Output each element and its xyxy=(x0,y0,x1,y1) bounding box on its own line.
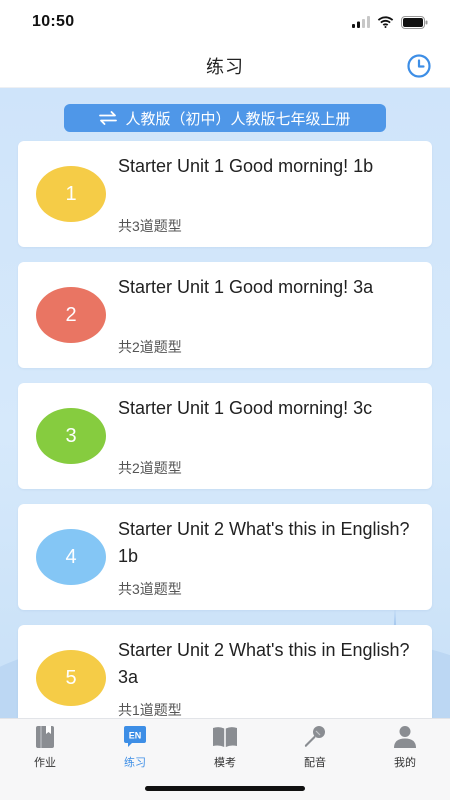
exercise-question-count: 共2道题型 xyxy=(118,339,182,355)
exercise-title: Starter Unit 2 What's this in English? 3… xyxy=(118,640,410,687)
exercise-number-badge: 4 xyxy=(36,529,106,585)
exercise-title: Starter Unit 1 Good morning! 3c xyxy=(118,398,373,418)
status-bar: 10:50 xyxy=(0,0,450,44)
status-time: 10:50 xyxy=(32,13,75,30)
wifi-icon xyxy=(377,16,394,28)
page-title: 练习 xyxy=(206,56,244,77)
home-indicator xyxy=(145,786,305,791)
mock-exam-book-icon xyxy=(213,727,237,747)
tab-label: 模考 xyxy=(214,757,236,769)
status-icons xyxy=(352,15,428,29)
exercise-question-count: 共3道题型 xyxy=(118,581,182,597)
tab-label: 练习 xyxy=(124,757,146,769)
profile-user-icon xyxy=(394,726,416,748)
tab-label: 配音 xyxy=(304,757,326,769)
tab-mock-exam[interactable]: 模考 xyxy=(180,725,270,771)
exercise-number-badge: 3 xyxy=(36,408,106,464)
tab-profile[interactable]: 我的 xyxy=(360,725,450,771)
exercise-card-1[interactable]: 1 Starter Unit 1 Good morning! 1b 共3道题型 xyxy=(18,141,432,247)
dubbing-microphone-icon xyxy=(304,726,325,747)
exercise-question-count: 共2道题型 xyxy=(118,460,182,476)
exercise-number-badge: 1 xyxy=(36,166,106,222)
history-clock-icon[interactable] xyxy=(406,53,432,79)
tab-dubbing[interactable]: 配音 xyxy=(270,725,360,771)
exercise-card-3[interactable]: 3 Starter Unit 1 Good morning! 3c 共2道题型 xyxy=(18,383,432,489)
tab-label: 我的 xyxy=(394,757,416,769)
exercise-number-badge: 5 xyxy=(36,650,106,706)
practice-en-icon: EN xyxy=(124,726,146,747)
tab-label: 作业 xyxy=(34,757,56,769)
exercise-card-4[interactable]: 4 Starter Unit 2 What's this in English?… xyxy=(18,504,432,610)
exercise-title: Starter Unit 1 Good morning! 3a xyxy=(118,277,374,297)
swap-icon xyxy=(99,111,118,125)
textbook-label: 人教版（初中）人教版七年级上册 xyxy=(125,110,351,128)
nav-bar: 练习 xyxy=(0,44,450,88)
homework-book-icon xyxy=(36,726,54,748)
tab-practice[interactable]: EN 练习 xyxy=(90,725,180,771)
cellular-signal-icon xyxy=(352,16,370,28)
exercise-card-2[interactable]: 2 Starter Unit 1 Good morning! 3a 共2道题型 xyxy=(18,262,432,368)
exercise-question-count: 共1道题型 xyxy=(118,702,182,718)
exercise-title: Starter Unit 2 What's this in English? 1… xyxy=(118,519,410,566)
tab-homework[interactable]: 作业 xyxy=(0,725,90,771)
battery-icon xyxy=(401,15,428,29)
exercise-list-area[interactable]: 人教版（初中）人教版七年级上册 1 Starter Unit 1 Good mo… xyxy=(0,88,450,718)
textbook-selector-button[interactable]: 人教版（初中）人教版七年级上册 xyxy=(64,104,386,132)
svg-text:EN: EN xyxy=(129,731,142,741)
exercise-card-5[interactable]: 5 Starter Unit 2 What's this in English?… xyxy=(18,625,432,718)
exercise-question-count: 共3道题型 xyxy=(118,218,182,234)
exercise-title: Starter Unit 1 Good morning! 1b xyxy=(118,156,374,176)
exercise-number-badge: 2 xyxy=(36,287,106,343)
